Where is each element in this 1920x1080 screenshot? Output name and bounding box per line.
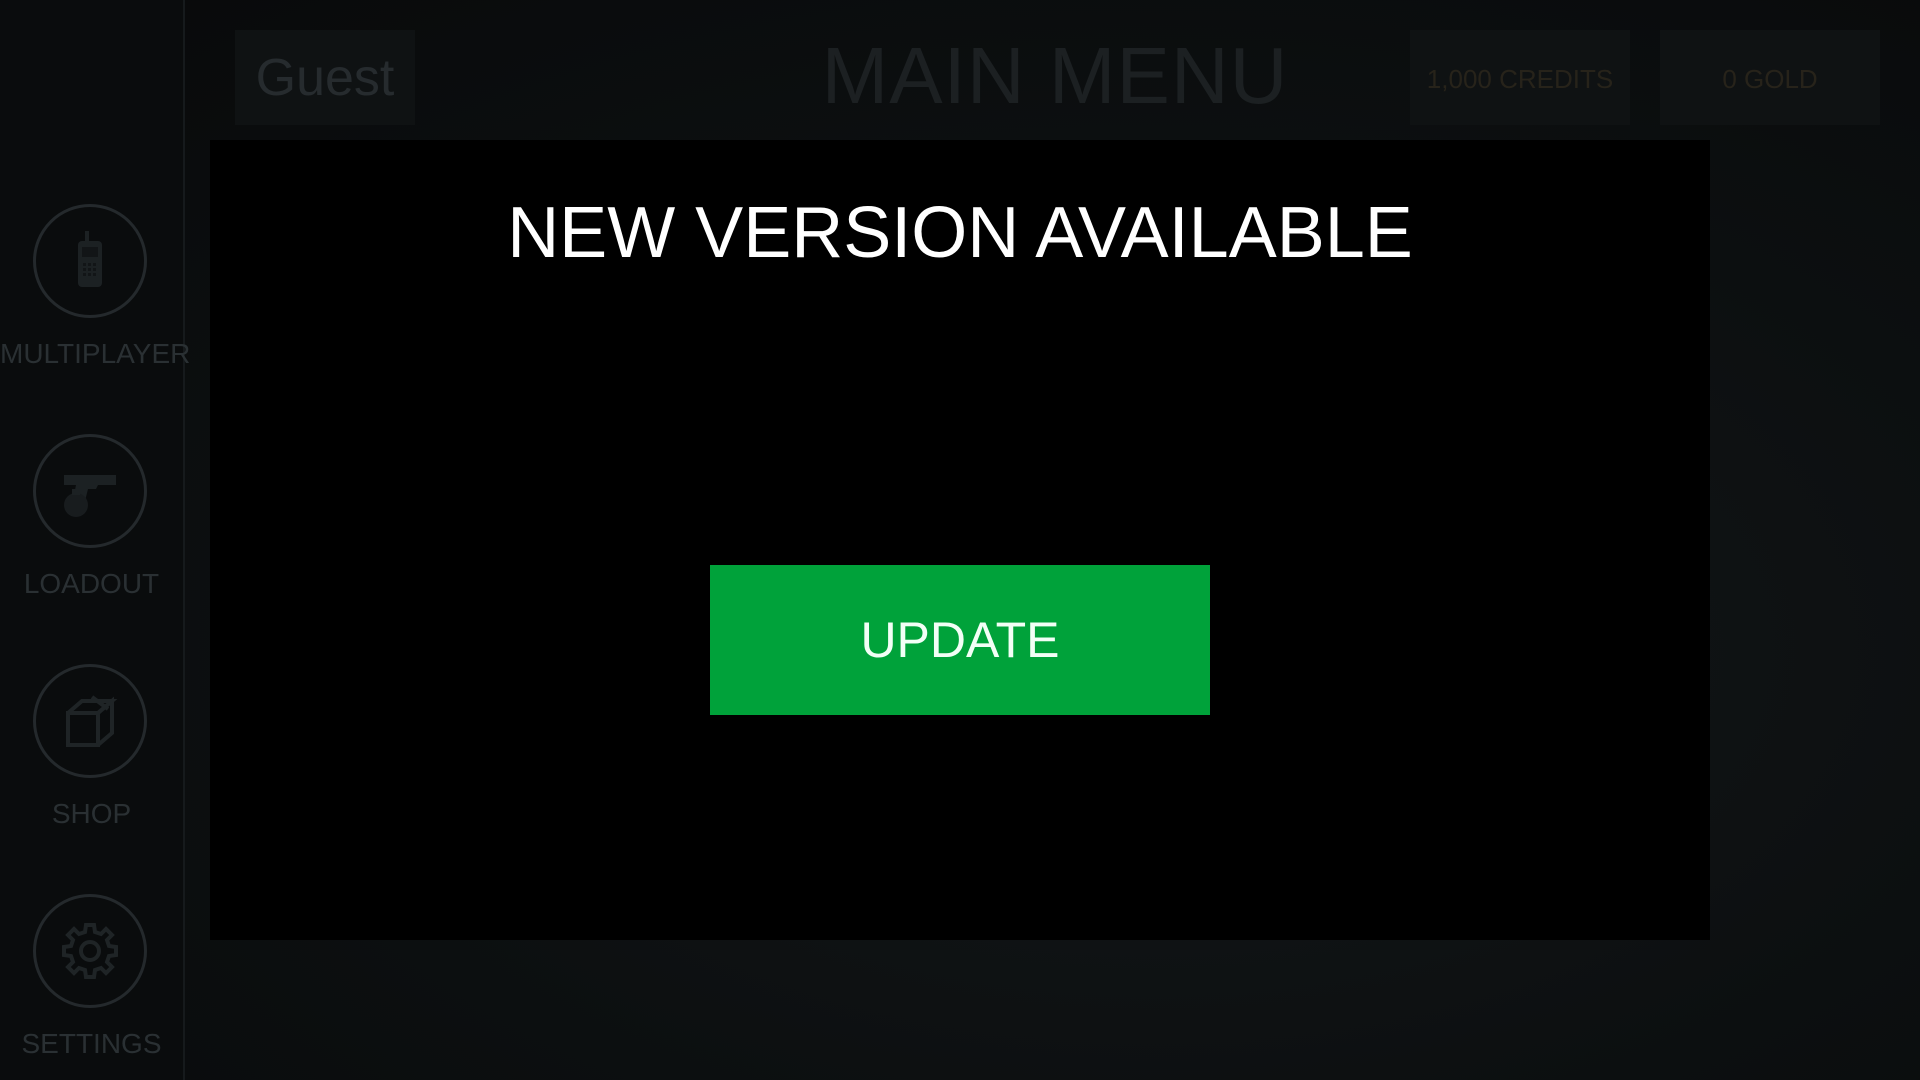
- sidebar-item-multiplayer[interactable]: MULTIPLAYER: [0, 204, 191, 404]
- update-button[interactable]: UPDATE: [710, 565, 1210, 715]
- game-screen: MULTIPLAYER LOADOUT SHOP SETTINGS Guest …: [0, 0, 1920, 1080]
- credits-value: 1,000 CREDITS: [1426, 64, 1614, 94]
- sidebar-item-loadout[interactable]: LOADOUT: [0, 434, 183, 634]
- pistol-grenade-icon: [64, 475, 116, 517]
- gear-icon: [62, 923, 118, 979]
- credits-badge[interactable]: 1,000 CREDITS: [1410, 30, 1630, 125]
- dialog-title: NEW VERSION AVAILABLE: [507, 193, 1413, 273]
- sidebar-item-label: SETTINGS: [21, 1028, 162, 1059]
- update-button-label: UPDATE: [860, 612, 1060, 668]
- update-dialog: NEW VERSION AVAILABLE UPDATE: [210, 140, 1710, 940]
- nav-circle: [33, 664, 147, 778]
- walkie-talkie-icon: [78, 231, 102, 287]
- page-title: MAIN MENU: [821, 31, 1289, 120]
- nav-circle: [33, 434, 147, 548]
- sidebar-item-label: MULTIPLAYER: [0, 338, 191, 369]
- gold-badge[interactable]: 0 GOLD: [1660, 30, 1880, 125]
- player-name: Guest: [255, 49, 395, 107]
- sidebar-item-label: LOADOUT: [23, 568, 160, 599]
- sidebar-item-settings[interactable]: SETTINGS: [0, 894, 183, 1080]
- sidebar-item-label: SHOP: [51, 798, 132, 829]
- player-name-box[interactable]: Guest: [235, 30, 415, 125]
- nav-circle: [33, 894, 147, 1008]
- sidebar: MULTIPLAYER LOADOUT SHOP SETTINGS: [0, 0, 191, 1080]
- sidebar-item-shop[interactable]: SHOP: [0, 664, 183, 864]
- nav-circle: [33, 204, 147, 318]
- crate-icon: [66, 695, 118, 747]
- gold-value: 0 GOLD: [1722, 64, 1818, 94]
